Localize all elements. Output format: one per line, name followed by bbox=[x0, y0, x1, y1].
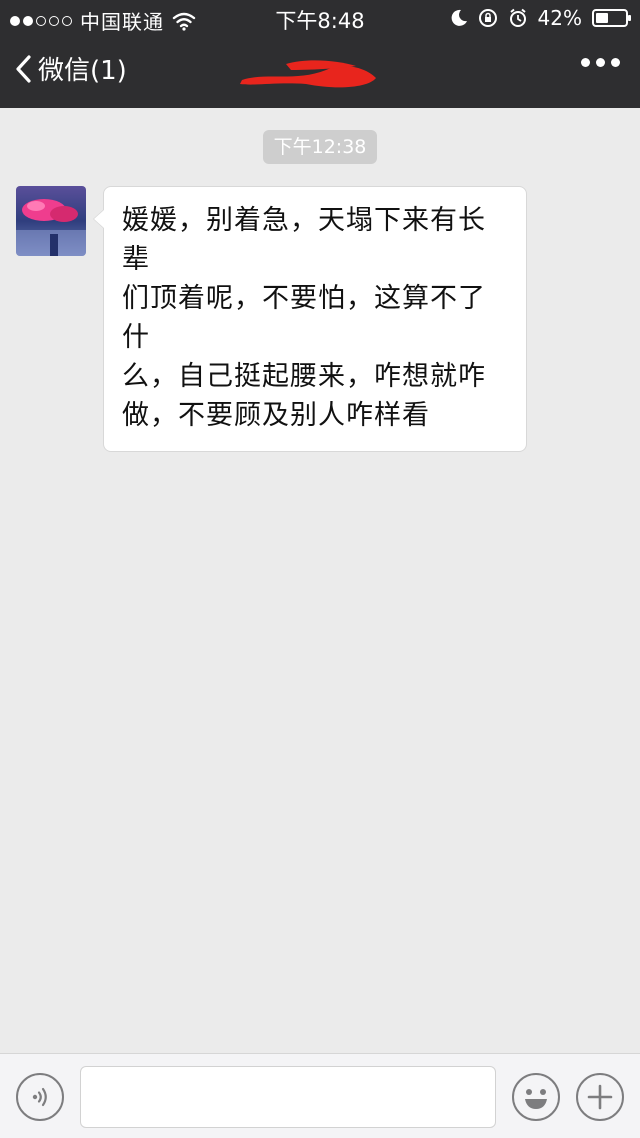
alarm-icon bbox=[509, 8, 526, 27]
plus-button[interactable] bbox=[576, 1073, 624, 1121]
voice-button[interactable] bbox=[16, 1073, 64, 1121]
orientation-lock-icon bbox=[478, 9, 497, 27]
back-button[interactable]: 微信(1) bbox=[14, 50, 127, 87]
voice-icon bbox=[32, 1087, 47, 1107]
message-bubble[interactable]: 媛媛，别着急，天塌下来有长辈 们顶着呢，不要怕，这算不了什 么，自己挺起腰来，咋… bbox=[103, 186, 527, 452]
chat-screen: 中国联通 下午8:48 42% 微信(1) 下午12:38 媛媛，别着急，天塌下… bbox=[0, 0, 640, 1138]
message-input[interactable] bbox=[80, 1066, 496, 1128]
status-bar: 中国联通 下午8:48 42% bbox=[0, 0, 640, 36]
more-button[interactable] bbox=[581, 58, 620, 67]
message-line: 媛媛，别着急，天塌下来有长辈 bbox=[122, 205, 486, 275]
status-right: 42% bbox=[450, 6, 631, 30]
plus-icon bbox=[587, 1084, 613, 1110]
top-bar: 中国联通 下午8:48 42% 微信(1) bbox=[0, 0, 640, 108]
message-line: 么，自己挺起腰来，咋想就咋 bbox=[122, 361, 486, 392]
more-dot bbox=[611, 58, 620, 67]
avatar[interactable] bbox=[16, 186, 86, 256]
moon-icon bbox=[451, 9, 467, 26]
nav-bar: 微信(1) bbox=[0, 36, 640, 108]
chevron-left-icon bbox=[16, 54, 31, 83]
emoji-button[interactable] bbox=[512, 1073, 560, 1121]
message-line: 们顶着呢，不要怕，这算不了什 bbox=[122, 283, 486, 353]
more-dot bbox=[596, 58, 605, 67]
chat-area[interactable]: 下午12:38 媛媛，别着急，天塌下来有长辈 们顶着呢，不要怕，这算不了什 么，… bbox=[0, 108, 640, 1053]
emoji-icon bbox=[525, 1089, 547, 1109]
redacted-title-scribble bbox=[240, 60, 376, 88]
more-dot bbox=[581, 58, 590, 67]
message-line: 做，不要顾及别人咋样看 bbox=[122, 400, 430, 431]
battery-icon bbox=[592, 9, 631, 27]
bubble-tail bbox=[94, 210, 104, 228]
input-bar bbox=[0, 1053, 640, 1138]
back-label: 微信(1) bbox=[38, 56, 127, 86]
avatar-image bbox=[16, 186, 86, 256]
battery-percent: 42% bbox=[537, 6, 582, 30]
message-timestamp: 下午12:38 bbox=[263, 130, 377, 164]
battery-level bbox=[596, 13, 608, 23]
